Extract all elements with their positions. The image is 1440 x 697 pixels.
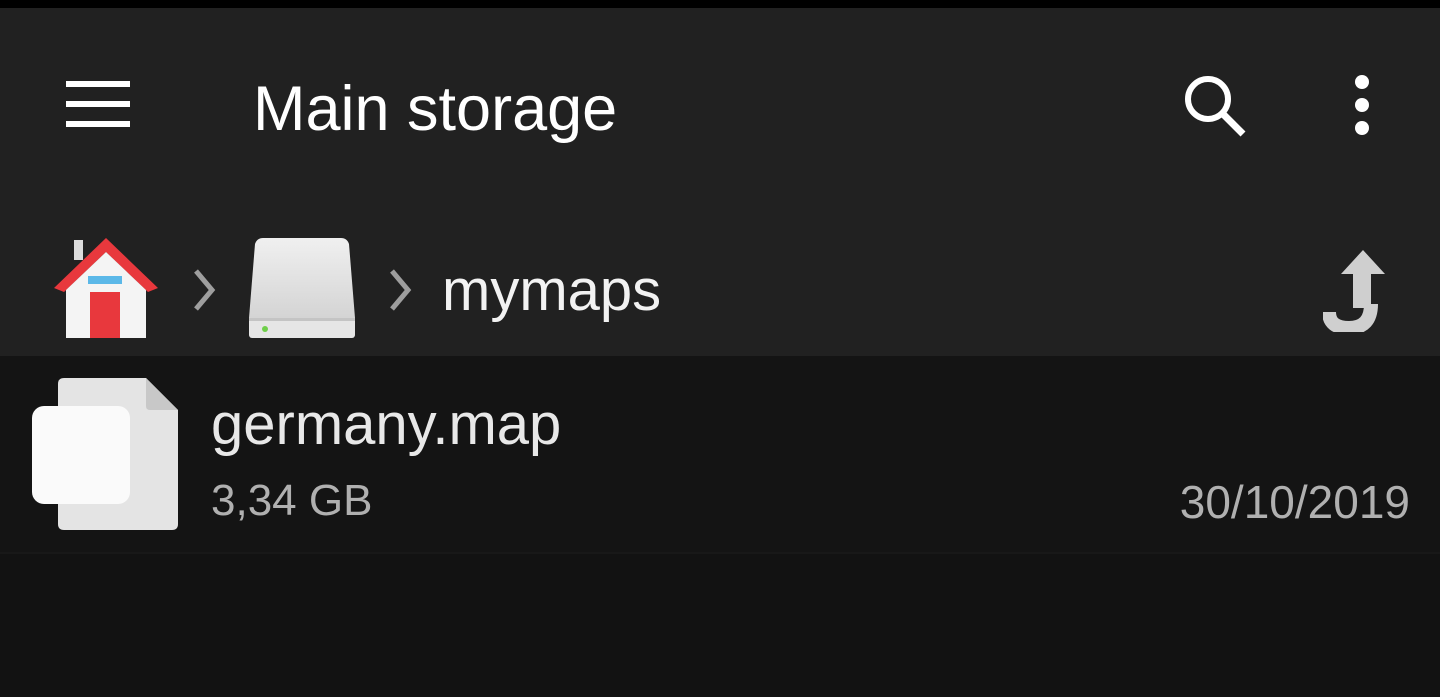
chevron-right-icon — [390, 269, 412, 311]
page-title: Main storage — [253, 74, 618, 144]
file-manager-app: Main storage mymaps germany.map 3,34 GB … — [0, 0, 1440, 697]
navigate-up-icon — [1323, 250, 1385, 332]
menu-button[interactable] — [40, 56, 156, 152]
home-icon — [54, 238, 158, 338]
file-list: germany.map 3,34 GB 30/10/2019 — [0, 356, 1440, 554]
file-size: 3,34 GB — [211, 476, 373, 525]
more-options-button[interactable] — [1320, 56, 1404, 156]
chevron-right-icon — [194, 269, 216, 311]
breadcrumb-separator — [184, 260, 224, 320]
search-icon — [1185, 76, 1246, 137]
toolbar: Main storage mymaps — [0, 8, 1440, 356]
hamburger-menu-icon — [66, 81, 130, 127]
breadcrumb-separator — [380, 260, 420, 320]
breadcrumb-storage[interactable] — [240, 230, 364, 346]
status-bar-edge — [0, 0, 1440, 8]
file-date: 30/10/2019 — [1179, 476, 1410, 528]
file-icon — [32, 378, 178, 530]
navigate-up-button[interactable] — [1310, 240, 1400, 340]
file-list-item[interactable]: germany.map 3,34 GB 30/10/2019 — [0, 356, 1440, 554]
more-vertical-icon — [1355, 75, 1369, 135]
breadcrumb-home[interactable] — [44, 230, 168, 346]
search-button[interactable] — [1160, 56, 1270, 156]
hard-drive-icon — [249, 238, 355, 338]
file-name: germany.map — [211, 392, 562, 457]
breadcrumb-folder[interactable]: mymaps — [442, 262, 661, 320]
